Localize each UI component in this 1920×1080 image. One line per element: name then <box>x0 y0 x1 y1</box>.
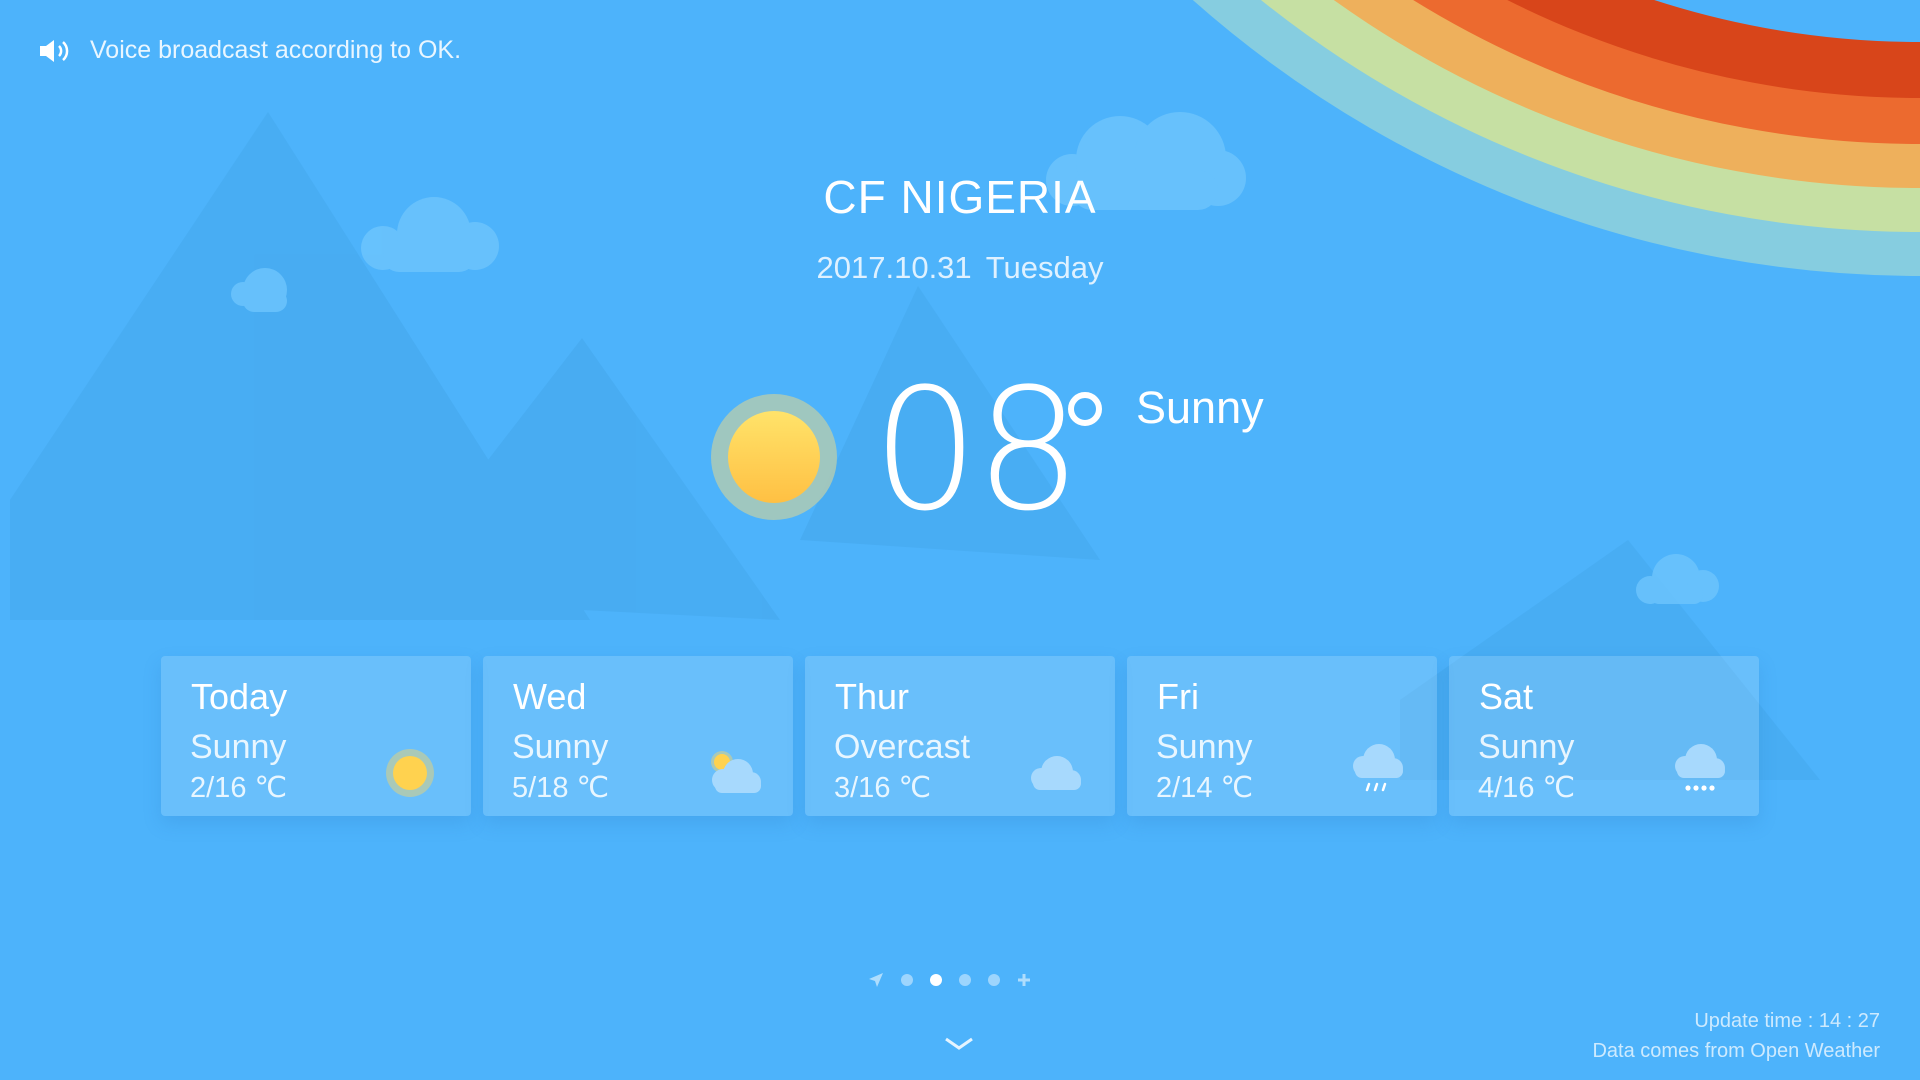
update-info: Update time : 14 : 27 Data comes from Op… <box>1592 1006 1880 1066</box>
page-dot[interactable] <box>901 974 913 986</box>
page-indicator <box>868 972 1031 988</box>
forecast-card-sat[interactable]: Sat Sunny 4/16 ℃ <box>1449 656 1759 816</box>
rain-cloud-icon <box>1353 744 1403 792</box>
current-condition: Sunny <box>1136 382 1264 433</box>
current-temperature: 08 <box>872 352 1082 548</box>
speaker-icon <box>40 39 69 62</box>
forecast-day: Sat <box>1479 676 1534 717</box>
current-date: 2017.10.31 Tuesday <box>816 250 1104 285</box>
forecast-day: Thur <box>835 676 910 717</box>
cloud-decoration-4 <box>1636 554 1719 604</box>
city-name: CF NIGERIA <box>823 171 1097 223</box>
data-source: Data comes from Open Weather <box>1592 1040 1880 1062</box>
forecast-day: Fri <box>1157 676 1199 717</box>
forecast-day: Wed <box>513 676 587 717</box>
forecast-temp-range: 2/16 ℃ <box>190 772 288 804</box>
update-time: Update time : 14 : 27 <box>1694 1010 1880 1032</box>
add-icon[interactable] <box>1017 973 1031 987</box>
forecast-card-today[interactable]: Today Sunny 2/16 ℃ <box>161 656 471 816</box>
forecast-list: Today Sunny 2/16 ℃ Wed Sunny 5/18 ℃ Thur… <box>161 656 1759 816</box>
forecast-card-thur[interactable]: Thur Overcast 3/16 ℃ <box>805 656 1115 816</box>
sun-icon <box>386 749 434 797</box>
forecast-condition: Sunny <box>190 728 287 766</box>
page-dot-active[interactable] <box>930 974 942 986</box>
page-dot[interactable] <box>959 974 971 986</box>
location-arrow-icon[interactable] <box>868 972 884 988</box>
forecast-card-wed[interactable]: Wed Sunny 5/18 ℃ <box>483 656 793 816</box>
cloud-icon <box>1031 756 1081 790</box>
chevron-down-icon[interactable] <box>944 1036 974 1052</box>
forecast-temp-range: 2/14 ℃ <box>1156 772 1254 804</box>
voice-broadcast-text: Voice broadcast according to OK. <box>90 36 462 64</box>
forecast-temp-range: 5/18 ℃ <box>512 772 610 804</box>
forecast-condition: Sunny <box>1478 728 1575 766</box>
partly-cloudy-icon <box>711 751 761 793</box>
sun-icon <box>711 394 837 520</box>
forecast-temp-range: 3/16 ℃ <box>834 772 932 804</box>
voice-broadcast-hint: Voice broadcast according to OK. <box>38 36 461 65</box>
forecast-condition: Overcast <box>834 728 971 766</box>
forecast-temp-range: 4/16 ℃ <box>1478 772 1576 804</box>
forecast-day: Today <box>191 676 288 717</box>
degree-symbol <box>1068 392 1102 426</box>
forecast-condition: Sunny <box>512 728 609 766</box>
forecast-card-fri[interactable]: Fri Sunny 2/14 ℃ <box>1127 656 1437 816</box>
snow-cloud-icon <box>1675 744 1725 791</box>
page-dot[interactable] <box>988 974 1000 986</box>
forecast-condition: Sunny <box>1156 728 1253 766</box>
